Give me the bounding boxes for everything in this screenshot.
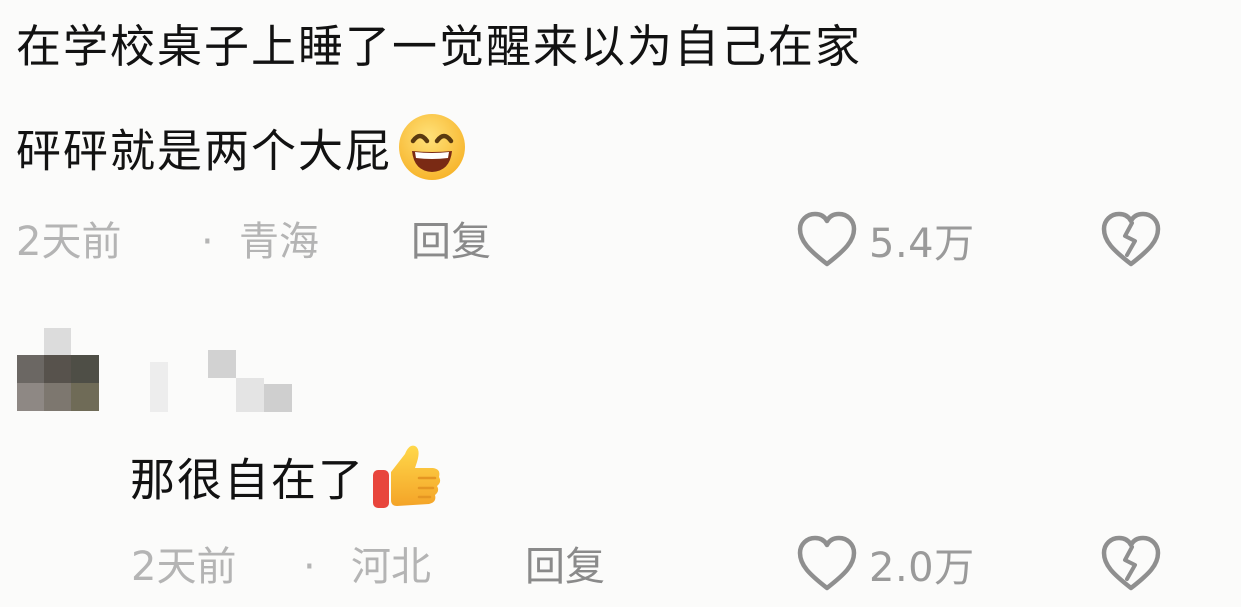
broken-heart-icon [1101, 211, 1161, 267]
like-count: 5.4万 [869, 221, 975, 267]
comment-text-line-1: 在学校桌子上睡了一觉醒来以为自己在家 [16, 20, 863, 73]
grinning-face-emoji [396, 111, 468, 198]
dislike-button[interactable] [1099, 534, 1163, 594]
meta-separator: · [303, 544, 316, 590]
reply-time: 2天前 [131, 544, 237, 590]
heart-outline-icon [797, 211, 857, 267]
like-button[interactable]: 5.4万 [795, 210, 975, 270]
reply-button[interactable]: 回复 [411, 212, 491, 272]
heart-outline-icon [797, 535, 857, 591]
like-button[interactable]: 2.0万 [795, 534, 975, 594]
broken-heart-icon [1101, 535, 1161, 591]
comment-time: 2天前 [16, 219, 122, 265]
avatar[interactable] [17, 328, 99, 411]
comment-text-line-2: 砰砰就是两个大屁 [16, 124, 393, 178]
comment-text-line-2-container: 砰砰就是两个大屁 [16, 111, 468, 198]
dislike-button[interactable] [1099, 210, 1163, 270]
comment-location: 青海 [239, 219, 319, 265]
comment-meta: 2天前 · 青海 回复 [16, 212, 536, 272]
like-count: 2.0万 [869, 545, 975, 591]
reply-text-container: 那很自在了 [130, 438, 445, 529]
reply-meta: 2天前 · 河北 回复 [131, 537, 651, 597]
reply-location: 河北 [351, 544, 431, 590]
meta-separator: · [201, 219, 214, 265]
reply-button[interactable]: 回复 [525, 537, 605, 597]
reply-text: 那很自在了 [130, 453, 366, 507]
username[interactable] [150, 350, 295, 412]
thumbs-up-emoji [369, 438, 445, 529]
